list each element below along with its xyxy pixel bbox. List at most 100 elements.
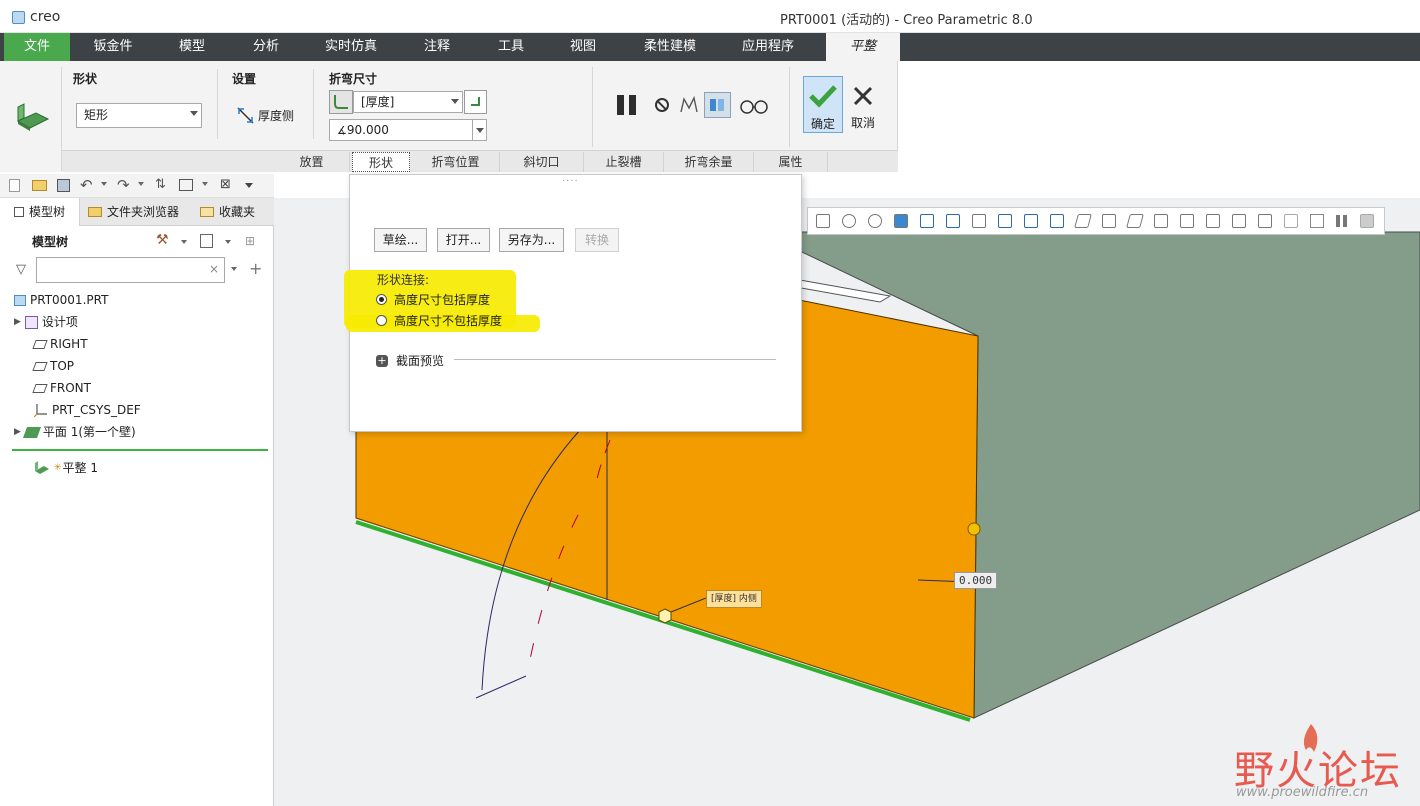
zoom-in-icon[interactable] [842,214,856,228]
csys-display-icon[interactable] [1206,214,1220,228]
menu-model[interactable]: 模型 [160,33,224,61]
menu-sheetmetal[interactable]: 钣金件 [78,33,148,61]
tree-settings-icon[interactable]: ⚒ [156,232,169,248]
point-tag-display-icon[interactable] [1180,214,1194,228]
bend-angle-dropdown[interactable] [472,119,487,141]
tab-placement[interactable]: 放置 [274,152,350,172]
tree-filter-disabled-icon[interactable]: ⊞ [245,234,255,248]
menu-applications[interactable]: 应用程序 [726,33,810,61]
glasses-preview-button[interactable] [739,97,769,118]
display-style-icon[interactable] [920,214,934,228]
thickness-side-callout[interactable]: [厚度] 内侧 [706,590,762,608]
tree-item-flat-wall-active[interactable]: ✳ 平整 1 [34,457,98,479]
chevron-down-icon[interactable] [225,240,231,244]
expand-arrow-icon[interactable]: ▶ [14,421,21,443]
dimension-value[interactable]: 0.000 [954,572,998,589]
shape-dropdown[interactable]: 矩形 [76,103,202,128]
menu-analysis[interactable]: 分析 [236,33,296,61]
spin-center-icon[interactable] [1024,214,1038,228]
menu-annotate[interactable]: 注释 [408,33,466,61]
tree-item-design-items[interactable]: ▶ 设计项 [14,311,78,333]
cancel-button[interactable]: 取消 [847,76,879,133]
flip-bend-button[interactable] [464,90,487,114]
menu-simulation[interactable]: 实时仿真 [308,33,394,61]
network-icon[interactable] [1232,214,1246,228]
new-file-icon[interactable] [9,179,20,192]
tab-bend-allowance[interactable]: 折弯余量 [664,152,754,172]
insert-here-indicator[interactable] [12,449,268,451]
bend-radius-dropdown[interactable]: [厚度] [353,91,463,113]
regenerate-icon[interactable]: ⇅ [155,177,166,192]
menu-view[interactable]: 视图 [556,33,610,61]
panel-grip[interactable]: ···· [562,176,579,187]
tree-item-part[interactable]: PRT0001.PRT [14,289,108,311]
ok-button[interactable]: 确定 [803,76,843,133]
perspective-view-icon[interactable] [998,214,1012,228]
menu-file[interactable]: 文件 [4,33,70,61]
clear-search-icon[interactable]: × [209,262,219,276]
verify-mode-button[interactable] [704,92,731,118]
tab-shape[interactable]: 形状 [352,152,410,172]
tab-properties[interactable]: 属性 [754,152,828,172]
tab-favorites[interactable]: 收藏夹 [200,198,270,226]
tree-item-csys[interactable]: PRT_CSYS_DEF [34,399,141,421]
save-icon[interactable] [57,179,70,192]
expand-arrow-icon[interactable]: ▶ [14,311,21,333]
plane-tag-display-icon[interactable] [1126,214,1144,228]
pause-button[interactable] [616,94,638,116]
annotation-display-icon[interactable] [1050,214,1064,228]
chevron-down-icon[interactable] [231,267,237,271]
next-icon[interactable] [1360,214,1374,228]
open-folder-icon[interactable] [32,180,47,191]
pause-animation-icon[interactable] [1336,215,1340,227]
settings-disabled-icon[interactable] [1284,214,1298,228]
open-button[interactable]: 打开... [437,228,490,252]
radio-height-includes-thickness[interactable]: 高度尺寸包括厚度 [376,291,490,308]
tab-folder-browser[interactable]: 文件夹浏览器 [88,198,192,226]
saved-orientations-icon[interactable] [946,214,960,228]
repaint-icon[interactable] [894,214,908,228]
plane-display-icon[interactable] [1074,214,1092,228]
undo-icon[interactable]: ↶ [80,176,93,194]
bend-angle-field[interactable]: ∡90.000 [329,119,473,141]
point-display-icon[interactable] [1154,214,1168,228]
redo-icon[interactable]: ↷ [117,176,130,194]
show-options-icon[interactable] [200,234,213,248]
radio-height-excludes-thickness[interactable]: 高度尺寸不包括厚度 [376,312,502,329]
tab-miter-cut[interactable]: 斜切口 [500,152,584,172]
bend-radius-type-button[interactable] [329,90,353,114]
menu-tools[interactable]: 工具 [482,33,540,61]
no-preview-button[interactable] [655,98,669,112]
section-preview-expander[interactable]: + 截面预览 [376,352,444,369]
chevron-down-icon[interactable] [181,240,187,244]
chevron-down-icon[interactable] [202,182,208,186]
geometry-preview-button[interactable] [678,94,700,119]
zoom-out-icon[interactable] [868,214,882,228]
tree-search-input[interactable]: × [36,257,225,283]
axis-display-icon[interactable] [1102,214,1116,228]
sketch-button[interactable]: 草绘... [374,228,427,252]
close-window-icon[interactable]: ⊠ [220,177,231,192]
thickness-side-button[interactable]: 厚度侧 [236,106,294,125]
add-filter-icon[interactable]: + [249,259,262,278]
tab-relief[interactable]: 止裂槽 [584,152,664,172]
render-icon[interactable] [1310,214,1324,228]
tree-item-planar-wall[interactable]: ▶ 平面 1(第一个壁) [14,421,136,443]
refit-icon[interactable] [816,214,830,228]
tree-item-right[interactable]: RIGHT [32,333,88,355]
cross-section-icon[interactable] [1258,214,1272,228]
tree-item-top[interactable]: TOP [32,355,74,377]
tab-bend-position[interactable]: 折弯位置 [412,152,500,172]
windows-icon[interactable] [179,179,193,191]
tab-model-tree[interactable]: 模型树 [0,198,80,226]
convert-button[interactable]: 转换 [575,228,619,252]
customize-toolbar-icon[interactable] [245,183,253,188]
menu-flat-active-tab[interactable]: 平整 [826,33,900,61]
chevron-down-icon[interactable] [101,182,107,186]
chevron-down-icon[interactable] [138,182,144,186]
save-as-button[interactable]: 另存为... [499,228,564,252]
tree-item-front[interactable]: FRONT [32,377,91,399]
filter-icon[interactable]: ▽ [16,262,26,277]
view-manager-icon[interactable] [972,214,986,228]
menu-flexible-modeling[interactable]: 柔性建模 [630,33,710,61]
